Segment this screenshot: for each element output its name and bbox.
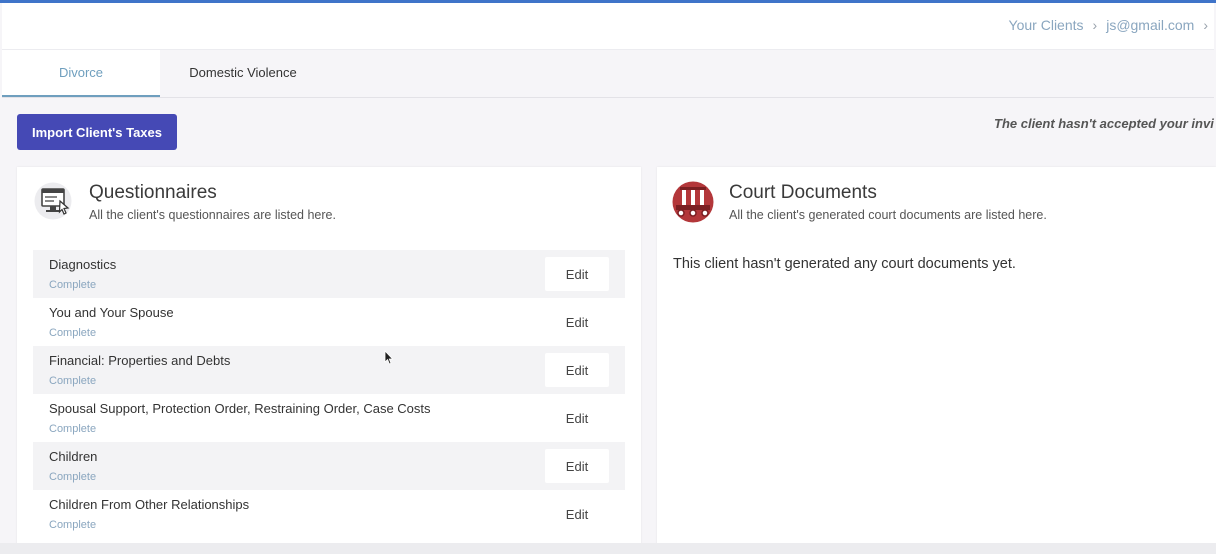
breadcrumb: Your Clients › js@gmail.com › (1009, 17, 1208, 33)
list-item: You and Your Spouse Complete Edit (33, 298, 625, 346)
questionnaire-name: Children (49, 449, 98, 464)
edit-button[interactable]: Edit (545, 305, 609, 339)
edit-button[interactable]: Edit (545, 401, 609, 435)
tab-divorce[interactable]: Divorce (2, 50, 160, 97)
status-label: Complete (49, 327, 97, 339)
status-label: Complete (49, 471, 97, 483)
chevron-right-icon: › (1203, 17, 1208, 33)
empty-state-message: This client hasn't generated any court d… (673, 256, 1016, 272)
tab-domestic-violence[interactable]: Domestic Violence (160, 50, 326, 97)
chevron-right-icon: › (1092, 17, 1098, 33)
monitor-pointer-icon (33, 182, 73, 225)
court-documents-subtitle: All the client's generated court documen… (729, 208, 1047, 222)
questionnaire-list: Diagnostics Complete Edit You and Your S… (33, 250, 625, 538)
list-item: Diagnostics Complete Edit (33, 250, 625, 298)
edit-button[interactable]: Edit (545, 353, 609, 387)
edit-button[interactable]: Edit (545, 449, 609, 483)
breadcrumb-client-email[interactable]: js@gmail.com (1106, 17, 1194, 33)
edit-button[interactable]: Edit (545, 257, 609, 291)
court-documents-card: Court Documents All the client's generat… (657, 167, 1216, 554)
questionnaire-name: You and Your Spouse (49, 305, 174, 320)
questionnaires-card: Questionnaires All the client's question… (17, 167, 641, 554)
court-documents-title: Court Documents (729, 182, 877, 203)
header-bar: Your Clients › js@gmail.com › (2, 3, 1214, 50)
list-item: Spousal Support, Protection Order, Restr… (33, 394, 625, 442)
status-label: Complete (49, 279, 97, 291)
invitation-notice: The client hasn't accepted your invi (994, 116, 1214, 131)
status-label: Complete (49, 423, 97, 435)
edit-button[interactable]: Edit (545, 497, 609, 531)
tab-bar: Divorce Domestic Violence (2, 50, 1214, 98)
status-label: Complete (49, 519, 97, 531)
bottom-edge (0, 543, 1216, 554)
mouse-cursor-icon (384, 349, 394, 371)
questionnaire-name: Spousal Support, Protection Order, Restr… (49, 401, 431, 416)
questionnaire-name: Financial: Properties and Debts (49, 353, 231, 368)
invitation-notice-container: The client hasn't accepted your invi (994, 110, 1216, 140)
status-label: Complete (49, 375, 97, 387)
import-taxes-button[interactable]: Import Client's Taxes (17, 114, 177, 150)
list-item: Children From Other Relationships Comple… (33, 490, 625, 538)
questionnaires-title: Questionnaires (89, 182, 217, 203)
courthouse-icon (672, 181, 714, 228)
questionnaires-subtitle: All the client's questionnaires are list… (89, 208, 336, 222)
list-item: Financial: Properties and Debts Complete… (33, 346, 625, 394)
breadcrumb-your-clients[interactable]: Your Clients (1009, 17, 1084, 33)
questionnaire-name: Children From Other Relationships (49, 497, 250, 512)
list-item: Children Complete Edit (33, 442, 625, 490)
questionnaire-name: Diagnostics (49, 257, 117, 272)
